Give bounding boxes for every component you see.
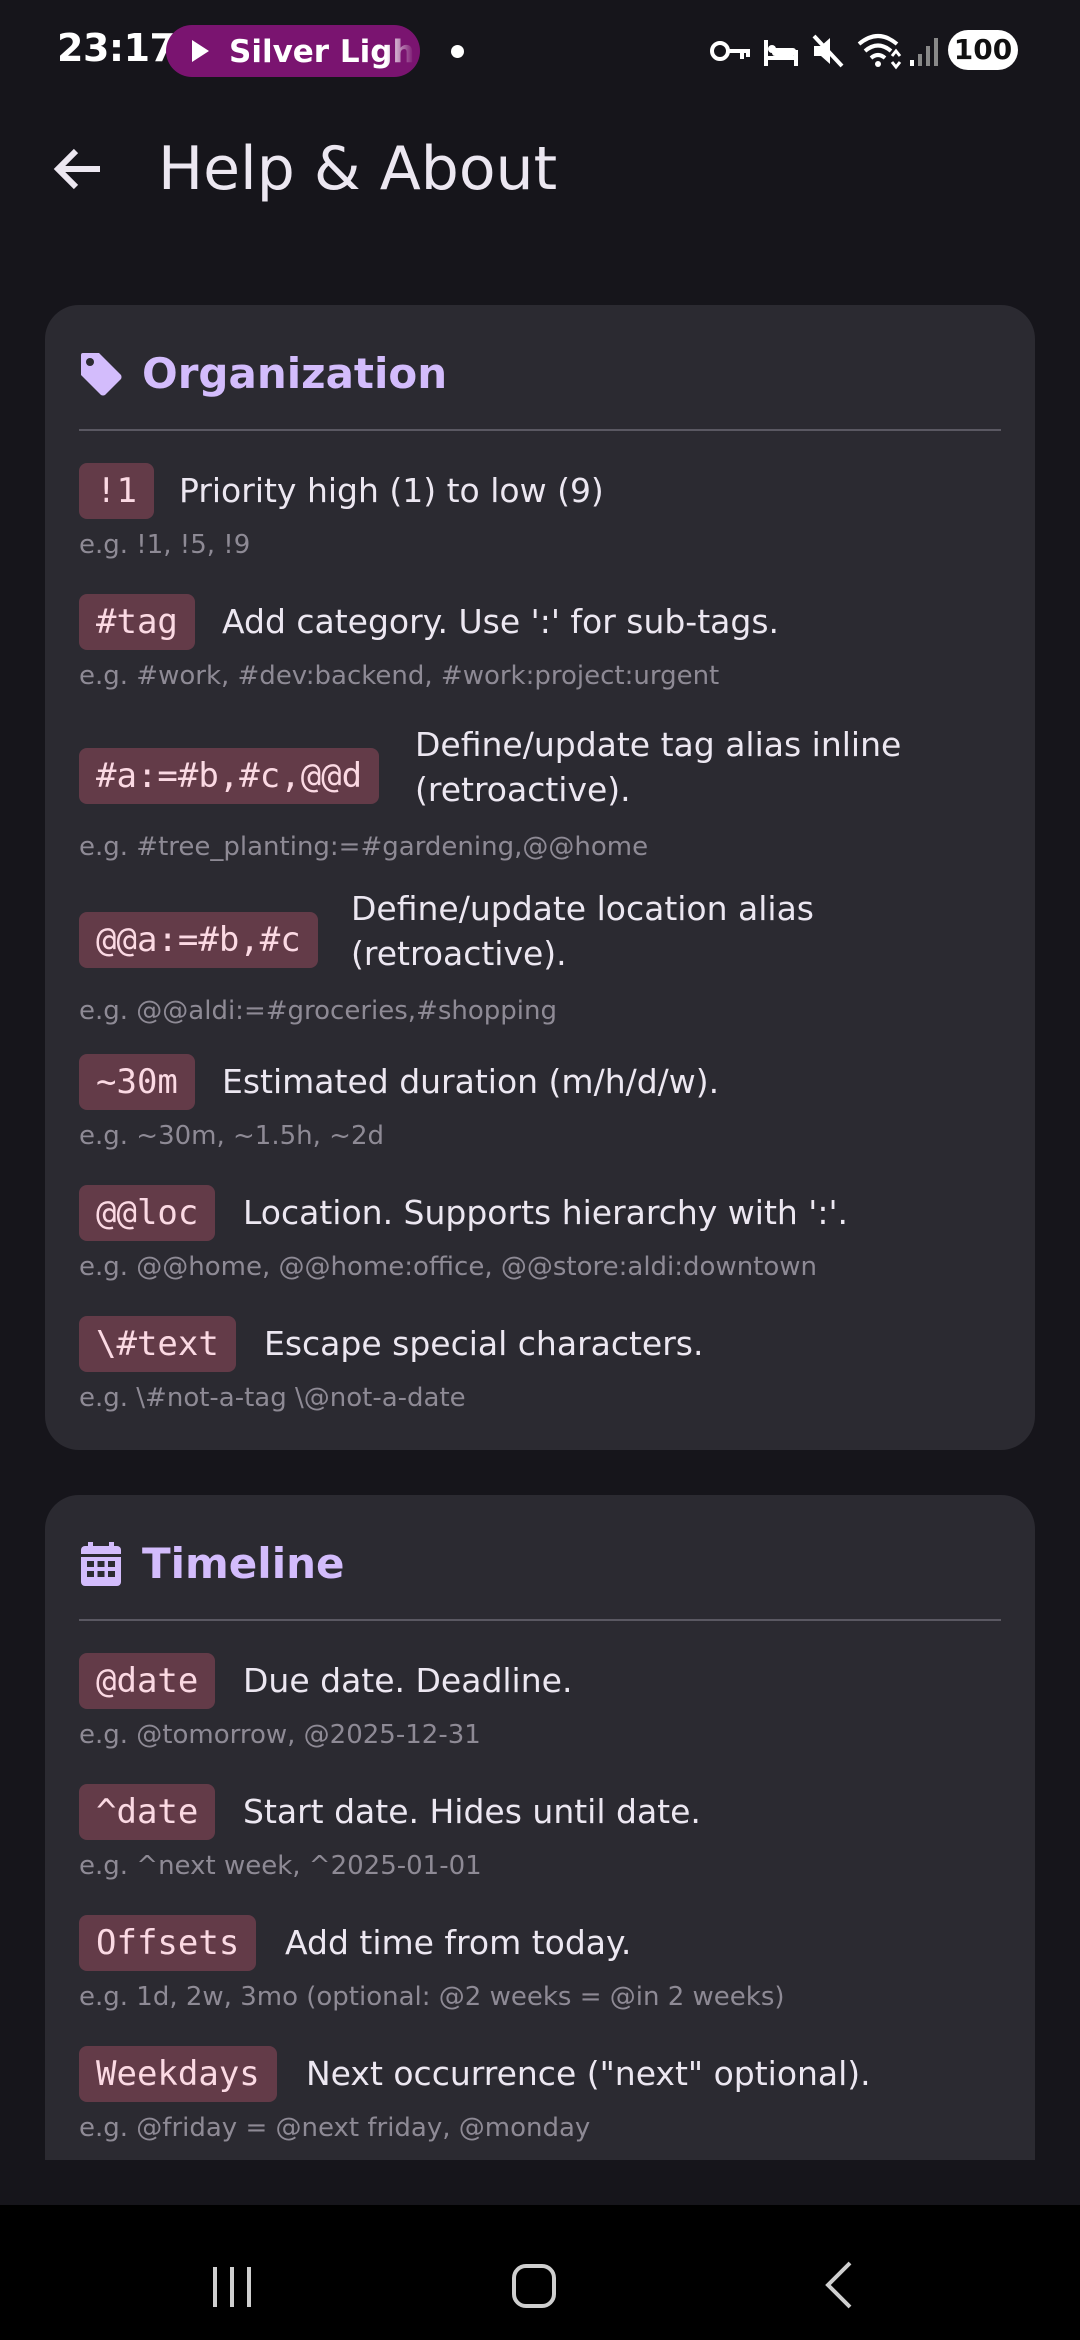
- nav-back-icon[interactable]: [820, 2260, 860, 2310]
- syntax-description: Due date. Deadline.: [243, 1661, 573, 1700]
- status-time: 23:17: [57, 26, 176, 70]
- syntax-entry-due-date: @date Due date. Deadline. e.g. @tomorrow…: [79, 1649, 1001, 1750]
- syntax-code: @@loc: [79, 1185, 216, 1241]
- syntax-code: !1: [79, 463, 154, 519]
- media-playing-chip[interactable]: Silver Light: [166, 25, 420, 77]
- syntax-entry-location-alias: @@a:=#b,#c Define/update location alias …: [79, 886, 1001, 1026]
- syntax-example: e.g. 1d, 2w, 3mo (optional: @2 weeks = @…: [79, 1982, 785, 2012]
- syntax-description: Location. Supports hierarchy with ':'.: [243, 1193, 849, 1232]
- syntax-code: Weekdays: [79, 2046, 277, 2102]
- section-title: Organization: [142, 349, 448, 398]
- recents-icon[interactable]: [211, 2267, 255, 2311]
- bed-sleep-icon: [764, 40, 798, 66]
- syntax-description: Add time from today.: [285, 1923, 632, 1962]
- syntax-example: e.g. #work, #dev:backend, #work:project:…: [79, 661, 720, 691]
- timeline-card: Timeline @date Due date. Deadline. e.g. …: [45, 1495, 1035, 2160]
- divider: [79, 1619, 1001, 1621]
- syntax-description: Next occurrence ("next" optional).: [306, 2054, 871, 2093]
- syntax-code: #tag: [79, 594, 195, 650]
- wifi-icon: [857, 34, 902, 70]
- syntax-code: ^date: [79, 1784, 216, 1840]
- syntax-description: Define/update location alias (retroactiv…: [351, 889, 814, 973]
- syntax-example: e.g. ~30m, ~1.5h, ~2d: [79, 1121, 384, 1151]
- syntax-example: e.g. \#not-a-tag \@not-a-date: [79, 1383, 466, 1413]
- media-title: Silver Light: [229, 34, 414, 70]
- syntax-code: ~30m: [79, 1054, 195, 1110]
- syntax-description: Define/update tag alias inline (retroact…: [415, 725, 902, 809]
- back-arrow-icon[interactable]: [48, 139, 108, 199]
- syntax-entry-tag-alias: #a:=#b,#c,@@d Define/update tag alias in…: [79, 722, 1001, 862]
- syntax-example: e.g. #tree_planting:=#gardening,@@home: [79, 832, 649, 862]
- syntax-example: e.g. !1, !5, !9: [79, 530, 251, 560]
- syntax-entry-location: @@loc Location. Supports hierarchy with …: [79, 1181, 1001, 1282]
- syntax-example: e.g. @tomorrow, @2025-12-31: [79, 1720, 481, 1750]
- syntax-entry-start-date: ^date Start date. Hides until date. e.g.…: [79, 1780, 1001, 1881]
- syntax-code: @@a:=#b,#c: [79, 912, 318, 968]
- syntax-entry-weekdays: Weekdays Next occurrence ("next" optiona…: [79, 2042, 1001, 2143]
- syntax-description: Escape special characters.: [264, 1324, 704, 1363]
- page-title: Help & About: [158, 134, 558, 204]
- syntax-entry-escape: \#text Escape special characters. e.g. \…: [79, 1312, 1001, 1413]
- organization-card: Organization !1 Priority high (1) to low…: [45, 305, 1035, 1450]
- syntax-description: Start date. Hides until date.: [243, 1792, 701, 1831]
- syntax-entry-duration: ~30m Estimated duration (m/h/d/w). e.g. …: [79, 1050, 1001, 1151]
- system-nav-bar: [0, 2205, 1080, 2340]
- syntax-entry-priority: !1 Priority high (1) to low (9) e.g. !1,…: [79, 459, 1001, 560]
- play-icon: [192, 40, 209, 62]
- battery-indicator: 100: [948, 30, 1018, 70]
- home-icon[interactable]: [512, 2264, 556, 2308]
- syntax-entry-offsets: Offsets Add time from today. e.g. 1d, 2w…: [79, 1911, 1001, 2012]
- syntax-code: Offsets: [79, 1915, 257, 1971]
- syntax-example: e.g. @friday = @next friday, @monday: [79, 2113, 591, 2143]
- syntax-description: Estimated duration (m/h/d/w).: [222, 1062, 720, 1101]
- syntax-description: Add category. Use ':' for sub-tags.: [222, 602, 780, 641]
- calendar-icon: [81, 1542, 121, 1586]
- notification-dot-icon: [451, 45, 464, 58]
- app-bar: Help & About: [0, 104, 1080, 234]
- tag-icon: [81, 353, 122, 396]
- signal-icon: [910, 38, 938, 66]
- syntax-code: #a:=#b,#c,@@d: [79, 748, 380, 804]
- syntax-entry-tag: #tag Add category. Use ':' for sub-tags.…: [79, 590, 1001, 691]
- section-header: Timeline: [79, 1533, 1001, 1605]
- divider: [79, 429, 1001, 431]
- syntax-example: e.g. @@home, @@home:office, @@store:aldi…: [79, 1252, 818, 1282]
- section-header: Organization: [79, 343, 1001, 415]
- mute-icon: [812, 34, 844, 68]
- vpn-key-icon: [710, 41, 750, 61]
- syntax-code: @date: [79, 1653, 216, 1709]
- status-bar: 23:17 Silver Light 100: [0, 0, 1080, 104]
- syntax-description: Priority high (1) to low (9): [179, 471, 604, 510]
- syntax-code: \#text: [79, 1316, 236, 1372]
- syntax-example: e.g. @@aldi:=#groceries,#shopping: [79, 996, 557, 1026]
- syntax-example: e.g. ^next week, ^2025-01-01: [79, 1851, 482, 1881]
- section-title: Timeline: [142, 1539, 345, 1588]
